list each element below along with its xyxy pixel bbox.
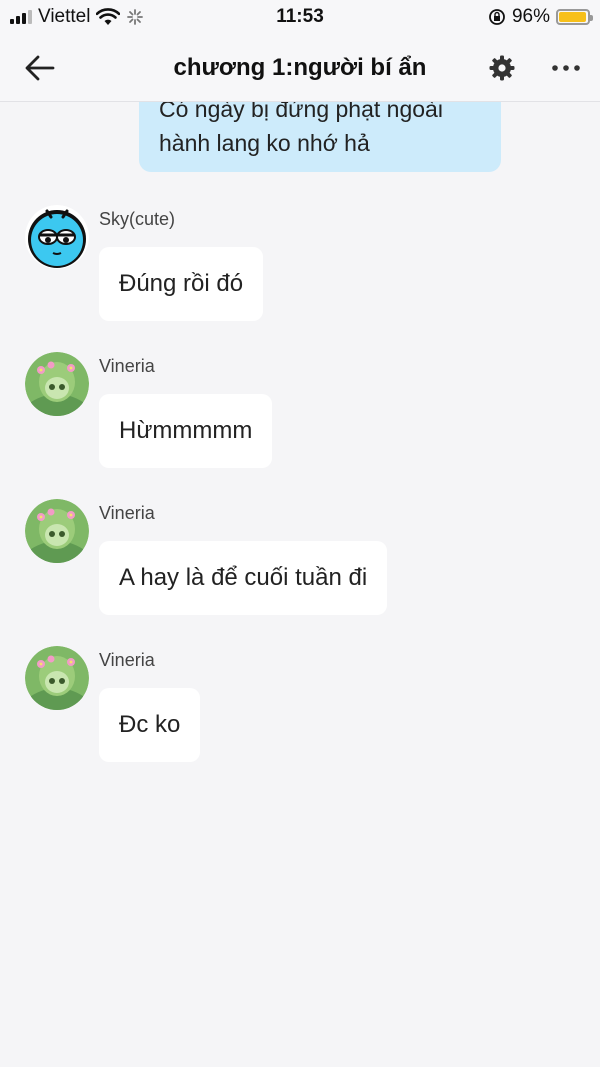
message-bubble[interactable]: Hừmmmmm bbox=[99, 394, 273, 468]
carrier-name: Viettel bbox=[38, 6, 91, 27]
own-message-line-1: Có ngày bị đứng phạt ngoài bbox=[159, 102, 443, 122]
avatar[interactable] bbox=[25, 646, 89, 710]
message-bubble[interactable]: Đc ko bbox=[99, 688, 201, 762]
settings-button[interactable] bbox=[486, 52, 518, 84]
sender-name: Sky(cute) bbox=[99, 209, 176, 229]
green-girl-avatar-icon bbox=[25, 499, 89, 563]
green-girl-avatar-icon bbox=[25, 352, 89, 416]
blue-cartoon-avatar-icon bbox=[25, 205, 89, 269]
status-left: Viettel bbox=[10, 6, 144, 28]
battery-icon bbox=[556, 9, 593, 25]
chat-area[interactable]: Có ngày bị đứng phạt ngoài hành lang ko … bbox=[0, 102, 600, 1067]
own-message-line-2: hành lang ko nhớ hả bbox=[159, 130, 370, 156]
message-bubble[interactable]: A hay là để cuối tuần đi bbox=[99, 541, 388, 615]
more-options-button[interactable] bbox=[548, 52, 584, 84]
chat-header: chương 1:người bí ẩn bbox=[0, 34, 600, 102]
status-right: 96% bbox=[488, 6, 593, 28]
green-girl-avatar-icon bbox=[25, 646, 89, 710]
more-icon bbox=[552, 65, 580, 71]
status-bar: Viettel 11:53 96% bbox=[0, 0, 600, 34]
loading-icon bbox=[127, 9, 144, 25]
avatar[interactable] bbox=[25, 499, 89, 563]
sender-name: Vineria bbox=[99, 650, 155, 670]
wifi-icon bbox=[96, 8, 121, 25]
gear-icon bbox=[489, 55, 515, 81]
sender-name: Vineria bbox=[99, 503, 155, 523]
signal-icon bbox=[10, 10, 32, 24]
orientation-lock-icon bbox=[489, 9, 505, 25]
avatar[interactable] bbox=[25, 352, 89, 416]
battery-percent: 96% bbox=[511, 6, 550, 27]
message-bubble[interactable]: Đúng rồi đó bbox=[99, 247, 264, 321]
own-message-bubble[interactable]: Có ngày bị đứng phạt ngoài hành lang ko … bbox=[139, 102, 501, 172]
avatar[interactable] bbox=[25, 205, 89, 269]
sender-name: Vineria bbox=[99, 356, 155, 376]
